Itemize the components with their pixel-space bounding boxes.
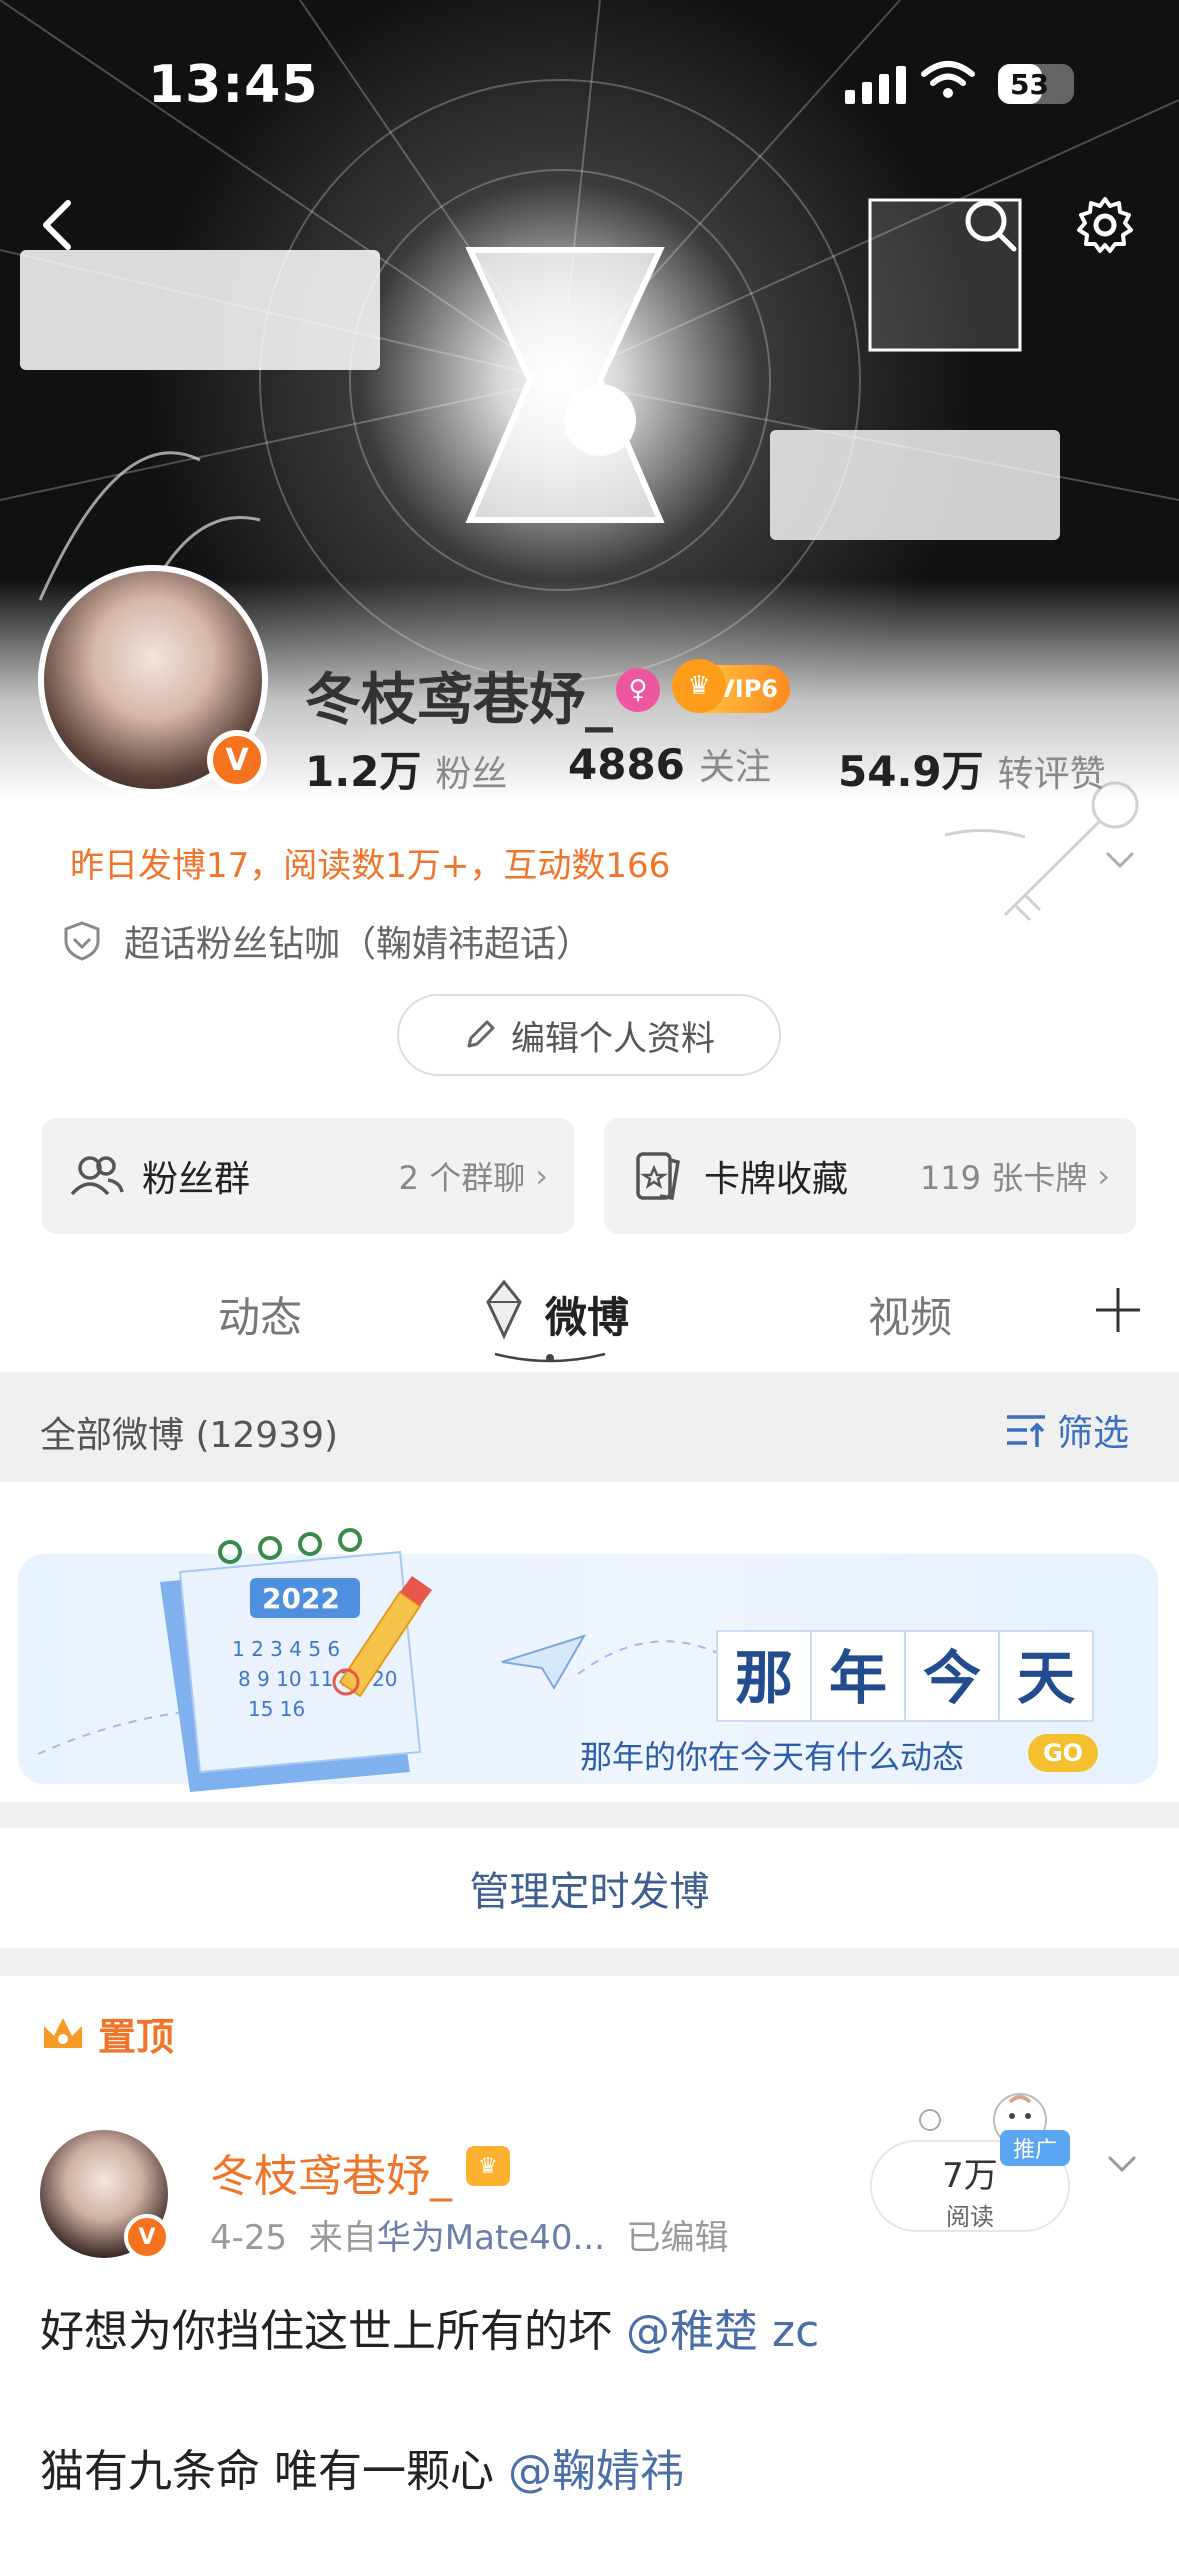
- all-weibo-count[interactable]: 全部微博 (12939): [40, 1406, 338, 1458]
- memory-section: 那 年 今 天 那年的你在今天有什么动态 GO 2022 1 2 3 4 5 6…: [0, 1482, 1179, 1802]
- cellular-signal-icon: [845, 64, 906, 104]
- status-bar: 13:45 53: [0, 0, 1179, 130]
- chevron-right-icon: ›: [535, 1157, 548, 1195]
- filter-label: 筛选: [1057, 1413, 1130, 1454]
- post-edited: 已编辑: [626, 2218, 729, 2258]
- card-collection-title: 卡牌收藏: [704, 1159, 849, 1200]
- pencil-icon: [467, 1020, 495, 1048]
- verified-badge-icon: V: [207, 730, 267, 790]
- card-collection-count: 119 张卡牌: [919, 1159, 1088, 1197]
- post-meta: 4-25 来自华为Mate40... 已编辑: [210, 2210, 729, 2259]
- tab-weibo[interactable]: 微博: [545, 1284, 629, 1345]
- feature-cards: 粉丝群 2 个群聊 › 卡牌收藏 119 张卡牌 ›: [42, 1118, 1136, 1234]
- stat-label: 粉丝: [435, 754, 508, 795]
- post-author-name[interactable]: 冬枝鸢巷妤_: [210, 2140, 452, 2204]
- pinned-text: 置顶: [98, 2015, 175, 2059]
- manage-scheduled-posts-button[interactable]: 管理定时发博: [0, 1828, 1179, 1948]
- fan-group-card[interactable]: 粉丝群 2 个群聊 ›: [42, 1118, 574, 1234]
- go-button[interactable]: GO: [1028, 1734, 1098, 1772]
- search-icon[interactable]: [960, 195, 1020, 255]
- promote-badge[interactable]: 推广: [1000, 2130, 1070, 2166]
- chevron-down-icon[interactable]: [1100, 840, 1140, 880]
- profile-name: 冬枝鸢巷妤_: [305, 668, 613, 733]
- on-this-day-title: 那 年 今 天: [716, 1630, 1094, 1722]
- section-divider: [0, 1948, 1179, 1976]
- stat-value: 1.2万: [305, 747, 422, 796]
- crown-icon: ♛: [672, 659, 726, 713]
- post-text-line: 猫有九条命 唯有一颗心 @鞠婧祎: [40, 2435, 684, 2499]
- fan-group-title: 粉丝群: [142, 1159, 251, 1200]
- title-char: 那: [716, 1630, 812, 1722]
- mention-link[interactable]: @稚楚 zc: [626, 2306, 819, 2357]
- filter-icon: [1007, 1415, 1045, 1447]
- activity-summary[interactable]: 昨日发博17，阅读数1万+，互动数166: [70, 838, 670, 887]
- post-source: 华为Mate40...: [376, 2218, 605, 2258]
- battery-icon: 53: [998, 64, 1074, 104]
- battery-level: 53: [1010, 68, 1049, 101]
- stat-label: 关注: [698, 747, 771, 788]
- title-char: 今: [904, 1630, 1000, 1722]
- group-icon: [70, 1156, 124, 1196]
- calendar-year: 2022: [262, 1582, 340, 1615]
- chevron-down-icon[interactable]: [1100, 2142, 1144, 2186]
- edit-profile-label: 编辑个人资料: [511, 1018, 715, 1059]
- section-divider: [0, 1802, 1179, 1828]
- tab-video[interactable]: 视频: [868, 1284, 952, 1345]
- filter-button[interactable]: 筛选: [1005, 1404, 1129, 1456]
- post-source-prefix: 来自: [308, 2218, 377, 2258]
- card-collection-icon: [636, 1152, 680, 1201]
- post-date: 4-25: [210, 2218, 288, 2258]
- wifi-icon: [921, 61, 975, 98]
- post-text-line: 好想为你挡住这世上所有的坏 @稚楚 zc: [40, 2295, 819, 2359]
- svg-text:1 2 3 4 5 6: 1 2 3 4 5 6: [232, 1637, 340, 1661]
- title-char: 年: [810, 1630, 906, 1722]
- edit-profile-button[interactable]: 编辑个人资料: [397, 994, 781, 1076]
- reads-unit: 阅读: [946, 2203, 994, 2231]
- paper-plane-icon: [501, 1634, 587, 1690]
- shield-icon: [64, 921, 100, 961]
- post-text: 好想为你挡住这世上所有的坏: [40, 2306, 626, 2357]
- stat-following[interactable]: 4886 关注: [568, 738, 771, 790]
- add-tab-icon[interactable]: [1090, 1282, 1146, 1338]
- card-collection-card[interactable]: 卡牌收藏 119 张卡牌 ›: [604, 1118, 1136, 1234]
- on-this-day-subtitle: 那年的你在今天有什么动态: [580, 1738, 965, 1776]
- status-time: 13:45: [148, 55, 319, 115]
- supertopic-label: 超话粉丝钻咖（鞠婧祎超话）: [124, 924, 593, 965]
- pinned-label: 置顶: [40, 2006, 174, 2061]
- crown-icon: [44, 2017, 82, 2048]
- stat-value: 4886: [568, 740, 685, 789]
- chevron-right-icon: ›: [1097, 1157, 1110, 1195]
- back-icon[interactable]: [30, 195, 90, 255]
- title-char: 天: [998, 1630, 1094, 1722]
- tab-dynamics[interactable]: 动态: [218, 1284, 302, 1345]
- profile-tabs: 动态 微博 视频: [0, 1260, 1179, 1370]
- fan-group-count: 2 个群聊: [398, 1159, 526, 1197]
- post-text: 猫有九条命 唯有一颗心: [40, 2446, 508, 2497]
- vip-badge[interactable]: ♛ VIP6: [672, 659, 790, 713]
- active-tab-indicator: [494, 1352, 606, 1363]
- filter-bar: 全部微博 (12939) 筛选: [0, 1372, 1179, 1482]
- supertopic-badge[interactable]: 超话粉丝钻咖（鞠婧祎超话）: [60, 915, 592, 967]
- diamond-pen-icon: [486, 1279, 522, 1340]
- calendar-icon: 2022 1 2 3 4 5 6 8 9 10 11 12 15 16 20: [160, 1528, 432, 1792]
- member-badge-icon: ♛: [466, 2146, 510, 2186]
- mention-link[interactable]: @鞠婧祎: [508, 2446, 684, 2497]
- svg-text:15 16: 15 16: [248, 1697, 305, 1721]
- verified-badge-icon: V: [124, 2214, 170, 2260]
- stat-followers[interactable]: 1.2万 粉丝: [305, 738, 507, 799]
- female-gender-icon: ♀: [616, 668, 660, 712]
- gear-icon[interactable]: [1075, 195, 1135, 255]
